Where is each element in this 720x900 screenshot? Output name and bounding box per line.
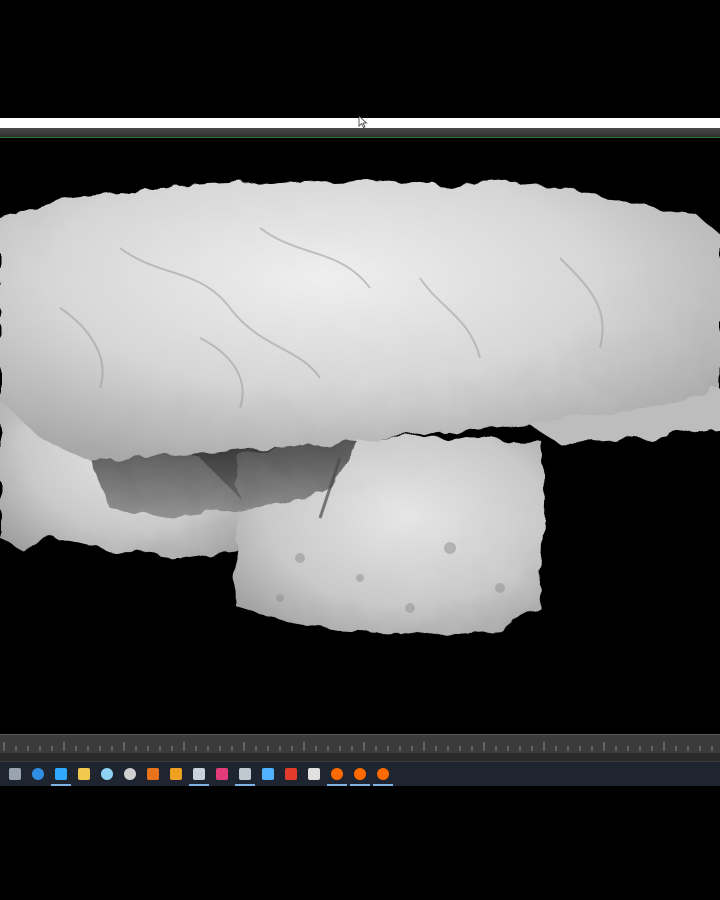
app-blue-icon[interactable]: [260, 766, 276, 782]
screen-capture: [0, 0, 720, 900]
meshlab-icon[interactable]: [235, 766, 255, 786]
maya-icon[interactable]: [214, 766, 230, 782]
top-letterbox: [0, 0, 720, 118]
brush-tool-icon[interactable]: [306, 766, 322, 782]
photoshop-icon[interactable]: [51, 766, 71, 786]
houdini-icon-3[interactable]: [373, 766, 393, 786]
3d-viewport[interactable]: [0, 138, 720, 734]
houdini-icon-1[interactable]: [327, 766, 347, 786]
viewport-toolbar[interactable]: [0, 128, 720, 138]
windows-taskbar[interactable]: [0, 762, 720, 786]
zbrush-icon[interactable]: [189, 766, 209, 786]
mouse-cursor-icon: [358, 116, 368, 128]
timeline-ruler[interactable]: [0, 741, 720, 751]
file-explorer-icon[interactable]: [76, 766, 92, 782]
task-view-icon[interactable]: [7, 766, 23, 782]
timeline-bar[interactable]: [0, 734, 720, 763]
sculpt-model: [0, 178, 720, 634]
obs-icon[interactable]: [122, 766, 138, 782]
timeline-scrollbar[interactable]: [0, 753, 720, 761]
notepad-icon[interactable]: [99, 766, 115, 782]
edge-browser-icon[interactable]: [30, 766, 46, 782]
bottom-letterbox: [0, 786, 720, 900]
acrobat-icon[interactable]: [283, 766, 299, 782]
app-yellow-icon[interactable]: [168, 766, 184, 782]
houdini-icon-2[interactable]: [350, 766, 370, 786]
app-orange-icon[interactable]: [145, 766, 161, 782]
